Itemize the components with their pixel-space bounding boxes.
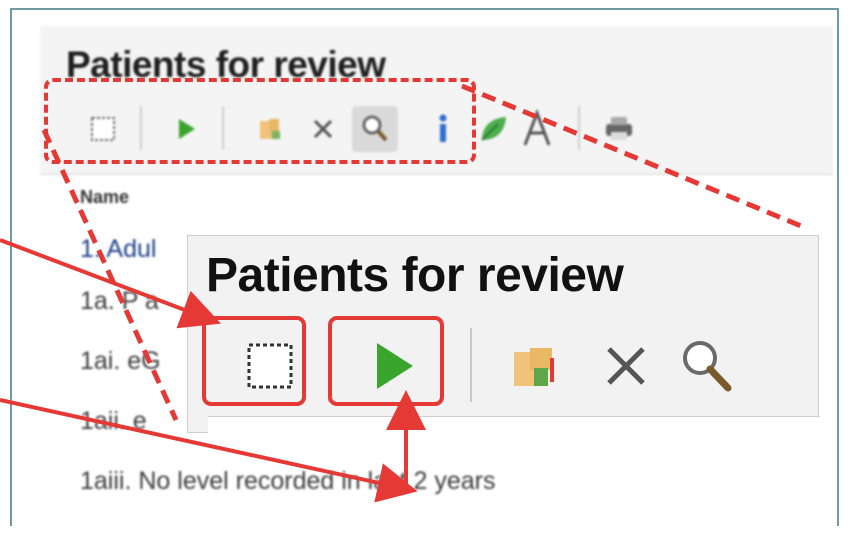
leaf-icon[interactable] (470, 106, 516, 152)
toolbar-separator (578, 106, 580, 150)
inset-list-edge (208, 416, 820, 435)
delete-icon[interactable] (582, 324, 670, 408)
export-icon[interactable] (494, 324, 582, 408)
list-item[interactable]: 1aiii. No level recorded in last 2 years (80, 467, 495, 496)
toolbar-separator (470, 328, 472, 402)
list-item[interactable]: 1ai. eG (80, 347, 161, 376)
run-highlight-box (328, 316, 444, 406)
list-item[interactable]: 1a. P a (80, 287, 159, 316)
inset-title: Patients for review (206, 249, 624, 302)
list-item[interactable]: 1. Adul (80, 235, 156, 264)
select-all-highlight-box (202, 316, 306, 406)
list-item[interactable]: 1aii. e (80, 407, 147, 436)
column-header-name[interactable]: Name (80, 187, 129, 208)
search-icon[interactable] (662, 324, 750, 408)
print-icon[interactable] (596, 106, 642, 152)
screenshot-frame: Patients for review Name 1. Adul 1a. P a… (10, 8, 839, 526)
font-icon[interactable] (514, 106, 560, 152)
toolbar-highlight-box (44, 78, 476, 164)
